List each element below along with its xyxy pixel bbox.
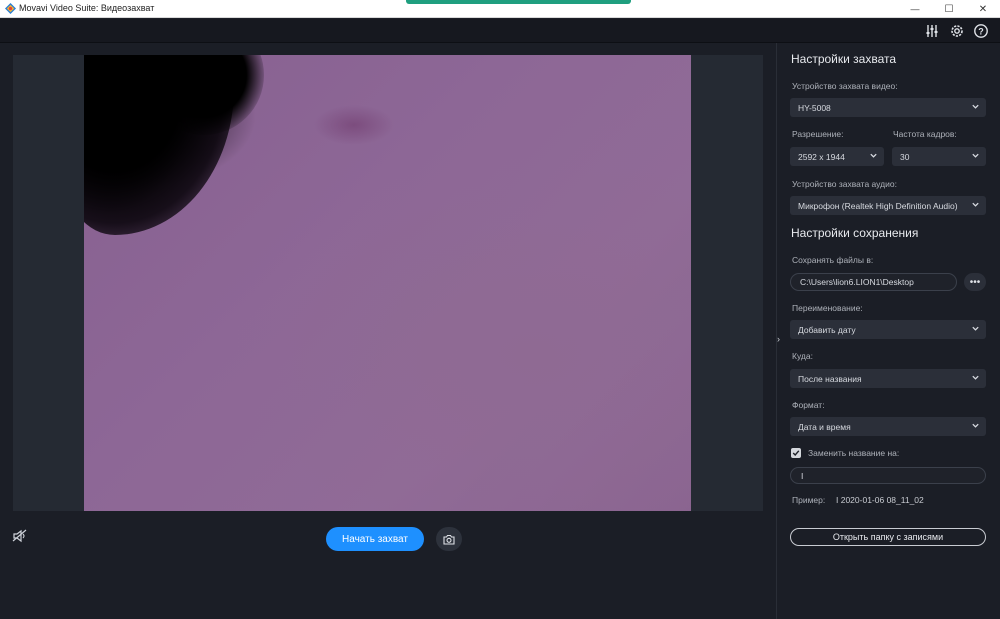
where-value: После названия [798,373,862,384]
chevron-down-icon [972,104,979,109]
chevron-down-icon [870,153,877,158]
open-folder-button[interactable]: Открыть папку с записями [790,528,986,546]
fps-label: Частота кадров: [893,129,957,139]
audio-device-label: Устройство захвата аудио: [792,179,897,189]
svg-text:?: ? [978,26,984,36]
format-value: Дата и время [798,421,851,432]
video-device-select[interactable]: HY-5008 [790,98,986,117]
checkmark-icon [792,450,800,457]
preview-area: Начать захват [0,43,776,619]
collapse-panel-icon[interactable]: › [777,334,780,344]
title-bar: Movavi Video Suite: Видеозахват — ☐ ✕ [0,0,1000,18]
replace-name-label: Заменить название на: [808,448,900,458]
example-label: Пример: [792,495,826,505]
save-path-field[interactable]: C:\Users\lion6.LION1\Desktop [790,273,957,291]
minimize-button[interactable]: — [898,0,932,18]
rename-select[interactable]: Добавить дату [790,320,986,339]
fps-value: 30 [900,151,910,162]
video-device-value: HY-5008 [798,102,831,113]
format-label: Формат: [792,400,825,410]
rename-value: Добавить дату [798,324,856,335]
help-icon[interactable]: ? [973,23,989,39]
minimize-icon: — [910,4,920,14]
chevron-down-icon [972,153,979,158]
maximize-icon: ☐ [944,3,954,15]
replace-name-input[interactable]: I [790,467,986,484]
equalizer-icon[interactable] [924,23,940,39]
close-icon: ✕ [978,3,988,15]
save-settings-title: Настройки сохранения [791,226,919,240]
fps-select[interactable]: 30 [892,147,986,166]
title-accent-strip [406,0,631,4]
start-capture-button[interactable]: Начать захват [326,527,424,551]
rename-label: Переименование: [792,303,863,313]
save-to-label: Сохранять файлы в: [792,255,874,265]
more-icon: ••• [969,276,981,288]
where-select[interactable]: После названия [790,369,986,388]
chevron-down-icon [972,202,979,207]
where-label: Куда: [792,351,813,361]
browse-folder-button[interactable]: ••• [964,273,986,291]
window-title: Movavi Video Suite: Видеозахват [19,3,155,13]
resolution-label: Разрешение: [792,129,844,139]
movavi-logo-icon [5,3,16,14]
settings-panel: Настройки захвата Устройство захвата вид… [783,43,1000,619]
close-button[interactable]: ✕ [966,0,1000,18]
resolution-value: 2592 x 1944 [798,151,845,162]
capture-settings-title: Настройки захвата [791,52,897,66]
replace-name-checkbox[interactable] [791,448,801,458]
audio-device-select[interactable]: Микрофон (Realtek High Definition Audio) [790,196,986,215]
speaker-muted-icon[interactable] [12,529,28,543]
replace-name-value: I [801,470,804,481]
camera-icon [443,534,455,545]
resolution-select[interactable]: 2592 x 1944 [790,147,884,166]
gear-icon[interactable] [949,23,965,39]
chevron-down-icon [972,326,979,331]
snapshot-button[interactable] [436,527,462,551]
panel-splitter[interactable]: › [776,43,783,619]
format-select[interactable]: Дата и время [790,417,986,436]
maximize-button[interactable]: ☐ [932,0,966,18]
save-path-value: C:\Users\lion6.LION1\Desktop [800,277,914,287]
video-device-label: Устройство захвата видео: [792,81,898,91]
audio-device-value: Микрофон (Realtek High Definition Audio) [798,200,958,211]
example-value: I 2020-01-06 08_11_02 [836,495,924,505]
chevron-down-icon [972,423,979,428]
preview-frame [13,55,763,511]
top-toolbar: ? [0,19,1000,43]
camera-preview [84,55,691,511]
chevron-down-icon [972,375,979,380]
